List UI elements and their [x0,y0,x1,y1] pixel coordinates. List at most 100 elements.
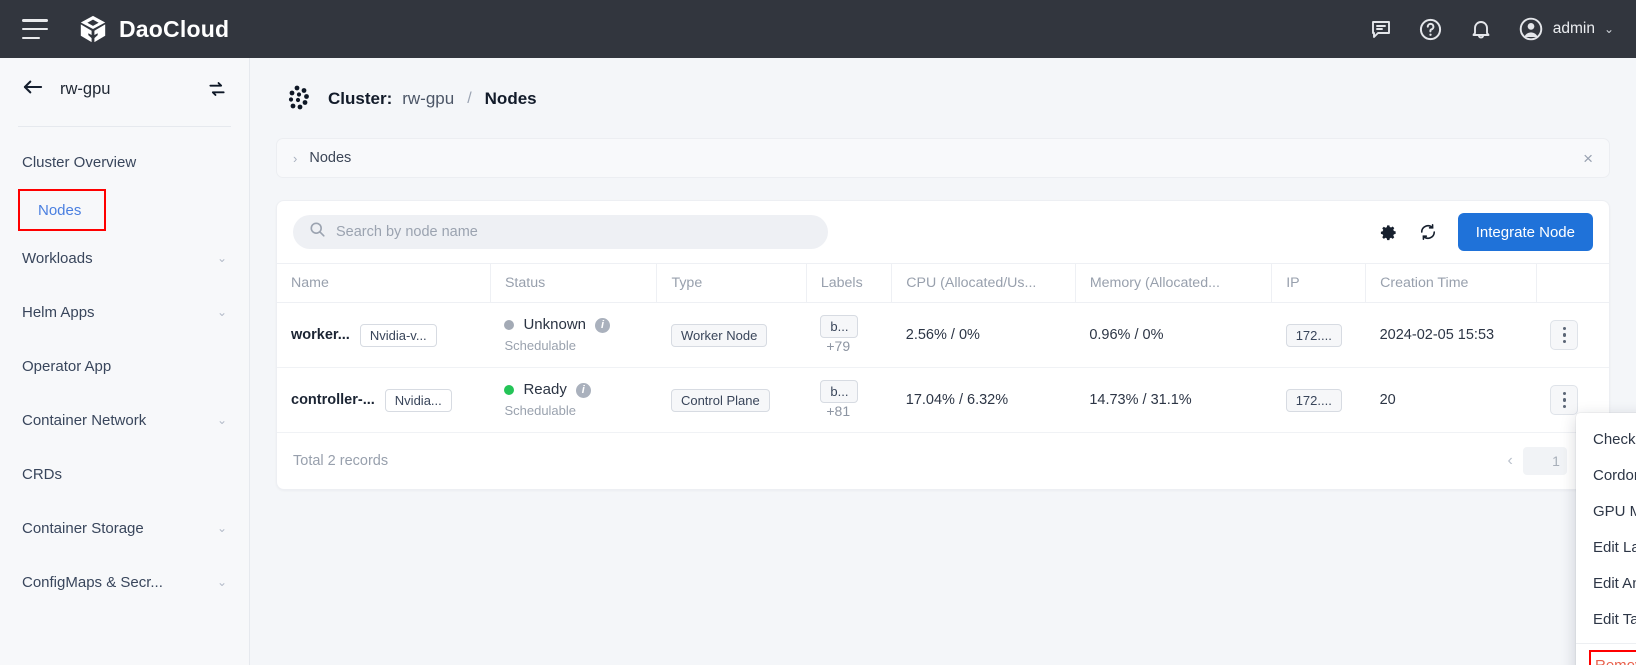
chevron-down-icon: ⌄ [217,575,227,589]
cell-creation-time: 20 [1366,368,1537,433]
prev-page-button[interactable]: ‹ [1508,452,1513,470]
help-icon[interactable] [1418,16,1444,42]
node-name-tag: Nvidia-v... [360,324,437,347]
col-labels: Labels [806,264,891,303]
menu-item-cordon[interactable]: Cordon [1576,457,1636,493]
chat-icon[interactable] [1368,16,1394,42]
breadcrumb-current: Nodes [485,89,537,109]
label-more-count[interactable]: +79 [826,338,850,354]
menu-item-gpu-mode[interactable]: GPU Mode [1576,493,1636,529]
tab-strip: › Nodes × [276,138,1610,178]
node-type-badge: Worker Node [671,324,767,347]
label-more-count[interactable]: +81 [826,403,850,419]
node-actions-dropdown: Check YAML Cordon GPU Mode Edit Labels E… [1576,413,1636,665]
chevron-right-icon[interactable]: › [293,151,297,166]
schedulable-text: Schedulable [504,403,643,419]
hamburger-icon[interactable] [22,19,48,39]
sidebar-item-label: CRDs [22,466,62,483]
kebab-menu-icon[interactable] [1550,385,1578,415]
menu-item-edit-labels[interactable]: Edit Labels [1576,529,1636,565]
main-content: Cluster: rw-gpu / Nodes › Nodes × [250,58,1636,665]
sidebar-nav: Cluster Overview Nodes Workloads ⌄ Helm … [0,127,249,609]
breadcrumb-separator: / [467,90,471,108]
kebab-menu-icon[interactable] [1550,320,1578,350]
switch-cluster-icon[interactable] [207,79,227,99]
bell-icon[interactable] [1468,16,1494,42]
sidebar-item-label: ConfigMaps & Secr... [22,574,163,591]
cell-ip: 172.... [1272,303,1366,368]
chevron-down-icon: ⌄ [217,251,227,265]
breadcrumb-label: Cluster: [328,89,392,109]
sidebar-item-label: Cluster Overview [22,154,136,171]
sidebar-item-helm-apps[interactable]: Helm Apps ⌄ [0,285,249,339]
back-arrow-icon[interactable] [22,78,44,100]
cell-labels: b... +81 [806,368,891,433]
node-type-badge: Control Plane [671,389,770,412]
col-ip: IP [1272,264,1366,303]
tab-nodes[interactable]: Nodes [309,150,351,166]
schedulable-text: Schedulable [504,338,643,354]
page-input[interactable]: 1 [1523,447,1567,475]
cell-type: Worker Node [657,303,806,368]
cell-name: controller-... Nvidia... [277,368,490,433]
chevron-down-icon: ⌄ [217,521,227,535]
refresh-icon[interactable] [1418,222,1438,242]
cell-name: worker... Nvidia-v... [277,303,490,368]
breadcrumb-cluster[interactable]: rw-gpu [402,89,454,109]
menu-divider [1576,643,1636,644]
total-records: Total 2 records [293,453,388,469]
ip-badge: 172.... [1286,389,1342,412]
sidebar-item-container-network[interactable]: Container Network ⌄ [0,393,249,447]
search-icon [309,221,326,243]
status-dot [504,385,514,395]
menu-item-check-yaml[interactable]: Check YAML [1576,421,1636,457]
sidebar-item-container-storage[interactable]: Container Storage ⌄ [0,501,249,555]
sidebar-item-label: Workloads [22,250,93,267]
chevron-down-icon: ⌄ [217,413,227,427]
col-creation-time: Creation Time [1366,264,1537,303]
search-input[interactable] [336,224,812,240]
cell-memory: 0.96% / 0% [1075,303,1271,368]
sidebar-item-workloads[interactable]: Workloads ⌄ [0,231,249,285]
menu-item-edit-taints[interactable]: Edit Taints [1576,601,1636,637]
info-icon[interactable]: i [595,318,610,333]
label-tag: b... [820,315,858,338]
label-tag: b... [820,380,858,403]
search-box[interactable] [293,215,828,249]
menu-item-remove[interactable]: Remove [1589,650,1636,665]
sidebar-item-nodes[interactable]: Nodes [18,189,106,231]
sidebar-cluster-name: rw-gpu [60,80,191,99]
menu-item-edit-annotations[interactable]: Edit Annotations [1576,565,1636,601]
sidebar: rw-gpu Cluster Overview Nodes Workloads … [0,58,250,665]
col-status: Status [490,264,657,303]
sidebar-item-operator-app[interactable]: Operator App [0,339,249,393]
user-menu[interactable]: admin ⌄ [1518,16,1614,42]
gear-icon[interactable] [1379,223,1398,242]
integrate-node-button[interactable]: Integrate Node [1458,213,1593,251]
cell-ip: 172.... [1272,368,1366,433]
sidebar-item-crds[interactable]: CRDs [0,447,249,501]
col-memory: Memory (Allocated... [1075,264,1271,303]
table-row[interactable]: worker... Nvidia-v... Unknown i [277,303,1609,368]
node-name[interactable]: controller-... [291,392,375,408]
node-name[interactable]: worker... [291,327,350,343]
sidebar-item-label: Container Storage [22,520,144,537]
table-body: worker... Nvidia-v... Unknown i [277,303,1609,433]
brand-logo[interactable]: DaoCloud [78,14,229,44]
table-row[interactable]: controller-... Nvidia... Ready i [277,368,1609,433]
sidebar-item-cluster-overview[interactable]: Cluster Overview [0,135,249,189]
node-name-tag: Nvidia... [385,389,452,412]
cell-status: Ready i Schedulable [490,368,657,433]
nodes-table: Name Status Type Labels CPU (Allocated/U… [277,263,1609,433]
info-icon[interactable]: i [576,383,591,398]
close-icon[interactable]: × [1583,150,1593,167]
cell-actions [1536,303,1609,368]
sidebar-item-label: Operator App [22,358,111,375]
table-head: Name Status Type Labels CPU (Allocated/U… [277,264,1609,303]
cell-cpu: 2.56% / 0% [892,303,1076,368]
sidebar-item-configmaps-secrets[interactable]: ConfigMaps & Secr... ⌄ [0,555,249,609]
col-cpu: CPU (Allocated/Us... [892,264,1076,303]
topbar-actions: admin ⌄ [1368,16,1614,42]
table-toolbar: Integrate Node [277,201,1609,263]
chevron-down-icon: ⌄ [1604,22,1614,36]
